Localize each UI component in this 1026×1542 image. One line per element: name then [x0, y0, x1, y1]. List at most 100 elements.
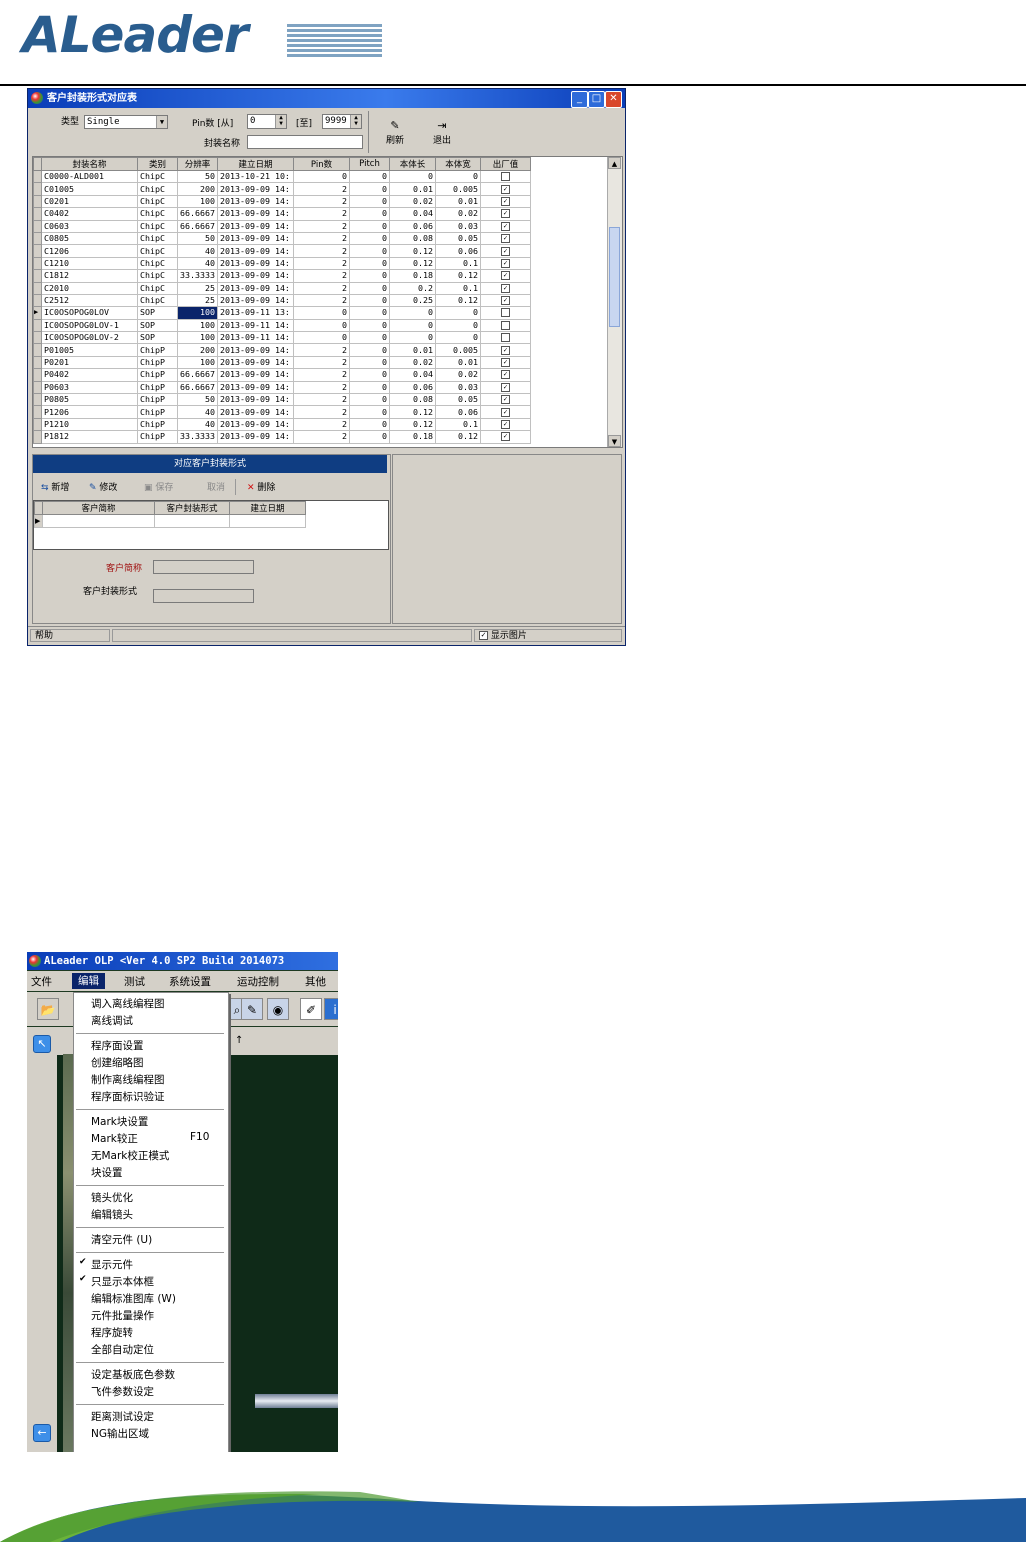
maximize-button[interactable]: □: [588, 91, 605, 108]
table-cell[interactable]: 100: [177, 355, 218, 370]
table-cell[interactable]: 2013-09-09 14:: [217, 231, 294, 246]
table-row[interactable]: P0402 ChipP 66.6667 2013-09-09 14: 2 0 0.04 0.0…: [33, 368, 531, 382]
table-cell[interactable]: 2013-09-09 14:: [217, 393, 294, 407]
table-cell[interactable]: ChipC: [137, 169, 178, 184]
column-header[interactable]: 封装名称: [41, 157, 138, 171]
table-cell[interactable]: ChipP: [137, 343, 178, 357]
table-cell[interactable]: 2013-09-09 14:: [217, 430, 294, 444]
table-cell[interactable]: 0: [349, 331, 390, 345]
table-cell[interactable]: 0: [349, 417, 390, 432]
table-row[interactable]: ▶: [34, 514, 306, 528]
table-cell[interactable]: 0.12: [435, 269, 481, 283]
table-cell[interactable]: 0: [349, 368, 390, 382]
table-cell[interactable]: 100: [177, 318, 218, 333]
table-cell[interactable]: 0: [349, 405, 390, 419]
table-cell[interactable]: ✓: [480, 368, 531, 382]
factory-default-checkbox[interactable]: ✓: [501, 395, 510, 405]
customer-short-field[interactable]: [153, 560, 254, 574]
table-cell[interactable]: 2: [293, 393, 350, 407]
table-cell[interactable]: ✓: [480, 207, 531, 221]
package-name-input[interactable]: [247, 135, 363, 149]
table-cell[interactable]: 66.6667: [177, 219, 218, 233]
pin-from-spinner[interactable]: ▲ ▼: [275, 115, 286, 128]
menu-item[interactable]: 程序面标识验证: [91, 1089, 165, 1104]
table-cell[interactable]: 0: [349, 306, 390, 320]
table-row[interactable]: P0201 ChipP 100 2013-09-09 14: 2 0 0.02 0.01 ✓: [33, 355, 531, 370]
table-cell[interactable]: ChipC: [137, 293, 178, 308]
scroll-up-icon[interactable]: ▲: [608, 157, 621, 169]
table-cell[interactable]: C1812: [41, 269, 138, 283]
table-cell[interactable]: P1812: [41, 430, 138, 444]
table-cell[interactable]: 0.005: [435, 343, 481, 357]
table-cell[interactable]: 2: [293, 368, 350, 382]
table-cell[interactable]: 2: [293, 281, 350, 295]
table-cell[interactable]: 0.25: [389, 293, 436, 308]
table-cell[interactable]: P0201: [41, 355, 138, 370]
table-cell[interactable]: [480, 318, 531, 333]
table-cell[interactable]: 2013-09-09 14:: [217, 368, 294, 382]
factory-default-checkbox[interactable]: ✓: [501, 358, 510, 368]
table-cell[interactable]: 0.1: [435, 281, 481, 295]
menu-item[interactable]: 清空元件 (U): [91, 1232, 152, 1247]
table-cell[interactable]: 2: [293, 430, 350, 444]
package-grid[interactable]: 封装名称 类别 分辨率 建立日期 Pin数 Pitch 本体长 本体宽 出厂值 C0000-AL…: [32, 156, 623, 448]
table-cell[interactable]: 33.3333: [177, 430, 218, 444]
olp-titlebar[interactable]: ALeader OLP <Ver 4.0 SP2 Build 2014073: [27, 952, 338, 970]
column-header[interactable]: 建立日期: [217, 157, 294, 171]
table-cell[interactable]: 0.06: [389, 219, 436, 233]
factory-default-checkbox[interactable]: ✓: [501, 345, 510, 355]
table-cell[interactable]: ✓: [480, 219, 531, 233]
table-cell[interactable]: 0.01: [435, 355, 481, 370]
minimize-button[interactable]: _: [571, 91, 588, 108]
table-cell[interactable]: 50: [177, 169, 218, 184]
table-cell[interactable]: 0.03: [435, 380, 481, 395]
menu-item[interactable]: 创建缩略图: [91, 1055, 144, 1070]
back-arrow-icon[interactable]: ←: [33, 1424, 51, 1442]
menu-test[interactable]: 测试: [124, 974, 145, 989]
table-cell[interactable]: SOP: [137, 331, 178, 345]
table-row[interactable]: P1812 ChipP 33.3333 2013-09-09 14: 2 0 0.18 0.1…: [33, 430, 531, 444]
table-cell[interactable]: 0.12: [389, 405, 436, 419]
table-cell[interactable]: ✓: [480, 281, 531, 295]
table-cell[interactable]: 0.02: [389, 355, 436, 370]
menu-system-settings[interactable]: 系统设置: [169, 974, 211, 989]
table-cell[interactable]: 0: [293, 318, 350, 333]
table-cell[interactable]: [480, 331, 531, 345]
table-cell[interactable]: 0: [349, 207, 390, 221]
table-cell[interactable]: SOP: [137, 306, 178, 320]
table-cell[interactable]: [154, 514, 230, 528]
table-cell[interactable]: C2010: [41, 281, 138, 295]
table-cell[interactable]: 2013-09-09 14:: [217, 194, 294, 209]
table-row[interactable]: C1206 ChipC 40 2013-09-09 14: 2 0 0.12 0.06 ✓: [33, 244, 531, 258]
table-cell[interactable]: IC0OSOPOG0LOV-1: [41, 318, 138, 333]
menu-item[interactable]: 设定基板底色参数: [91, 1367, 175, 1382]
table-cell[interactable]: ✓: [480, 293, 531, 308]
type-select[interactable]: Single ▼: [84, 115, 168, 129]
table-cell[interactable]: 0: [349, 293, 390, 308]
menu-item[interactable]: Mark块设置: [91, 1114, 148, 1129]
table-cell[interactable]: 2013-09-09 14:: [217, 219, 294, 233]
window-titlebar[interactable]: 客户封装形式对应表 _ □ ✕: [28, 89, 625, 108]
menu-item[interactable]: 调入离线编程图: [91, 996, 165, 1011]
factory-default-checkbox[interactable]: ✓: [501, 420, 510, 429]
table-cell[interactable]: 2013-09-09 14:: [217, 405, 294, 419]
customer-package-field[interactable]: [153, 589, 254, 603]
table-cell[interactable]: IC0OSOPOG0LOV: [41, 306, 138, 320]
table-cell[interactable]: 2: [293, 256, 350, 271]
table-cell[interactable]: 2: [293, 405, 350, 419]
table-cell[interactable]: 0.12: [389, 256, 436, 271]
menu-item[interactable]: 程序旋转: [91, 1325, 133, 1340]
table-cell[interactable]: ChipP: [137, 355, 178, 370]
table-cell[interactable]: 0.05: [435, 393, 481, 407]
table-cell[interactable]: C0402: [41, 207, 138, 221]
table-cell[interactable]: ChipC: [137, 219, 178, 233]
table-cell[interactable]: 0: [293, 306, 350, 320]
table-cell[interactable]: ✓: [480, 244, 531, 258]
table-cell[interactable]: 2: [293, 244, 350, 258]
table-cell[interactable]: 0: [435, 318, 481, 333]
table-cell[interactable]: ChipC: [137, 231, 178, 246]
pin-from-input[interactable]: 0 ▲ ▼: [247, 114, 287, 129]
table-cell[interactable]: 0.08: [389, 231, 436, 246]
table-cell[interactable]: 25: [177, 281, 218, 295]
table-cell[interactable]: ✓: [480, 405, 531, 419]
